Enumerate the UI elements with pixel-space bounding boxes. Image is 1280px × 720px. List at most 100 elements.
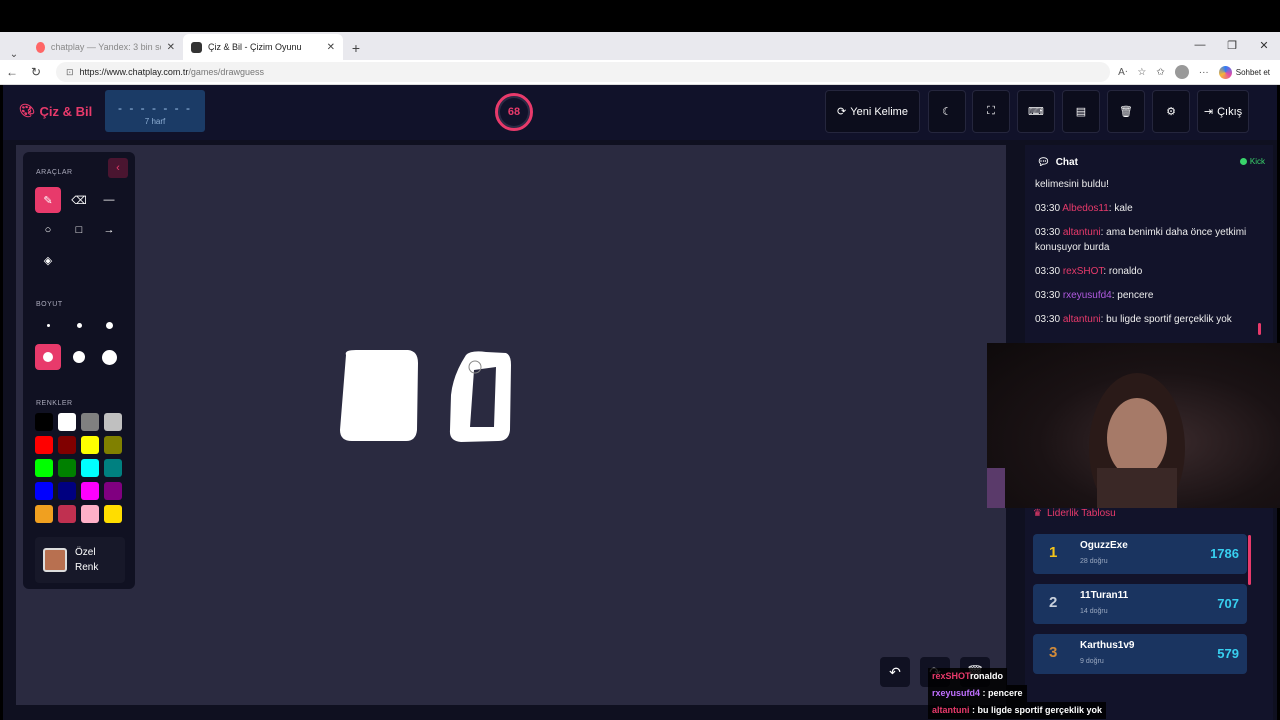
read-aloud-icon[interactable]: Aᐧ (1118, 67, 1127, 78)
copilot-button[interactable]: Sohbet et (1218, 65, 1270, 79)
chat-messages: kelimesini buldu! 03:30 Albedos11: kale 03… (1035, 179, 1257, 339)
site-info-icon[interactable]: ⊡ (66, 67, 74, 78)
back-icon[interactable]: ← (0, 65, 24, 79)
archive-icon: ▤ (1075, 106, 1087, 118)
color-swatch[interactable] (35, 459, 53, 477)
new-word-button[interactable]: ⟳ Yeni Kelime (825, 90, 920, 133)
size-dot (101, 349, 117, 365)
logo[interactable]: 🎨︎ Çiz & Bil (19, 103, 92, 119)
url-path: /games/drawguess (188, 67, 264, 77)
square-icon: □ (75, 224, 83, 236)
color-swatch[interactable] (58, 482, 76, 500)
drawing-canvas[interactable] (16, 145, 1006, 705)
tab-yandex[interactable]: chatplay — Yandex: 3 bin sonuç b ✕ (28, 34, 183, 60)
color-swatch[interactable] (58, 436, 76, 454)
color-swatch[interactable] (58, 505, 76, 523)
logout-button[interactable]: ⇥ Çıkış (1197, 90, 1249, 133)
message-user[interactable]: rxeyusufd4 (1063, 290, 1112, 301)
arrow-tool[interactable]: → (96, 217, 122, 243)
favorites-icon[interactable]: ✩ (1156, 67, 1164, 78)
color-swatch[interactable] (35, 482, 53, 500)
size-3[interactable] (96, 312, 122, 338)
overlay-text: : pencere (980, 688, 1023, 698)
size-4[interactable] (35, 344, 61, 370)
palette-icon: 🎨︎ (19, 103, 36, 118)
chat-message: kelimesini buldu! (1035, 179, 1257, 192)
tab-title: Çiz & Bil - Çizim Oyunu (208, 42, 302, 52)
line-icon: — (103, 194, 115, 206)
reload-icon[interactable]: ↻ (24, 65, 48, 79)
message-user[interactable]: rexSHOT (1063, 266, 1104, 277)
message-user[interactable]: Albedos11 (1062, 203, 1109, 214)
color-swatch[interactable] (104, 482, 122, 500)
close-window-icon[interactable]: ✕ (1248, 39, 1280, 52)
rectangle-tool[interactable]: □ (66, 217, 92, 243)
color-swatch[interactable] (104, 413, 122, 431)
favorite-icon[interactable]: ☆ (1137, 67, 1146, 78)
size-5[interactable] (66, 344, 92, 370)
close-tab-icon[interactable]: ✕ (327, 42, 335, 53)
chat-scrollbar[interactable] (1258, 323, 1261, 335)
fill-tool[interactable]: ◈ (35, 247, 61, 273)
message-time: 03:30 (1035, 227, 1063, 238)
dark-mode-button[interactable]: ☾ (928, 90, 966, 133)
size-dot (76, 322, 82, 328)
minimize-icon[interactable]: — (1184, 39, 1216, 51)
tab-drawguess[interactable]: Çiz & Bil - Çizim Oyunu ✕ (183, 34, 343, 60)
size-1[interactable] (35, 312, 61, 338)
leader-points: 1786 (1210, 546, 1239, 561)
tools-title: ARAÇLAR (36, 169, 73, 176)
color-swatch[interactable] (35, 436, 53, 454)
brush-tool[interactable]: ✎ (35, 187, 61, 213)
settings-button[interactable]: ⚙ (1152, 90, 1190, 133)
fullscreen-button[interactable]: ⛶ (972, 90, 1010, 133)
color-swatch[interactable] (81, 459, 99, 477)
color-swatch[interactable] (104, 505, 122, 523)
leader-name: OguzzExe (1080, 540, 1128, 551)
url-field[interactable]: ⊡ https://www.chatplay.com.tr/games/draw… (56, 62, 1111, 82)
tools-panel: ARAÇLAR ‹ ✎ ⌫ — ○ □ → ◈ BOYUT RENKLER Öz… (23, 152, 135, 589)
color-swatch[interactable] (81, 413, 99, 431)
clear-button[interactable]: 🗑︎ (1107, 90, 1145, 133)
chat-message: 03:30 rexSHOT: ronaldo (1035, 264, 1257, 279)
color-swatch[interactable] (104, 436, 122, 454)
status-dot (1239, 158, 1247, 165)
size-2[interactable] (66, 312, 92, 338)
tab-list-icon[interactable]: ⌄ (0, 49, 28, 60)
color-swatch[interactable] (81, 505, 99, 523)
address-bar: ← ↻ ⊡ https://www.chatplay.com.tr/games/… (0, 60, 1280, 85)
close-tab-icon[interactable]: ✕ (167, 42, 175, 53)
message-user[interactable]: altantuni (1063, 314, 1101, 325)
size-title: BOYUT (36, 301, 63, 308)
overlay-message: altantuni : bu ligde sportif gerçeklik y… (928, 702, 1107, 719)
more-icon[interactable]: ··· (1199, 67, 1209, 78)
color-swatch[interactable] (81, 482, 99, 500)
new-tab-icon[interactable]: + (343, 40, 369, 56)
circle-icon: ○ (44, 224, 52, 236)
color-swatch[interactable] (58, 459, 76, 477)
url-domain: https://www.chatplay.com.tr (79, 67, 189, 77)
eraser-tool[interactable]: ⌫ (66, 187, 92, 213)
message-user[interactable]: altantuni (1063, 227, 1101, 238)
leaderboard-title-text: Liderlik Tablosu (1046, 508, 1116, 519)
leaderboard-scrollbar[interactable] (1248, 535, 1251, 585)
line-tool[interactable]: — (96, 187, 122, 213)
color-swatch[interactable] (35, 413, 53, 431)
profile-icon[interactable] (1174, 65, 1189, 79)
color-swatch[interactable] (81, 436, 99, 454)
size-6[interactable] (96, 344, 122, 370)
color-swatch[interactable] (104, 459, 122, 477)
color-swatch[interactable] (58, 413, 76, 431)
undo-button[interactable]: ↶ (880, 657, 910, 687)
color-swatch[interactable] (35, 505, 53, 523)
message-time: 03:30 (1035, 314, 1063, 325)
archive-button[interactable]: ▤ (1062, 90, 1100, 133)
maximize-icon[interactable]: ❐ (1216, 39, 1248, 52)
keyboard-button[interactable]: ⌨ (1017, 90, 1055, 133)
circle-tool[interactable]: ○ (35, 217, 61, 243)
collapse-tools-button[interactable]: ‹ (108, 158, 128, 178)
tab-title: chatplay — Yandex: 3 bin sonuç b (50, 42, 161, 52)
leader-rank: 2 (1049, 594, 1058, 611)
custom-color-button[interactable]: Özel Renk (35, 537, 125, 583)
leader-correct-count: 28 doğru (1080, 558, 1108, 565)
